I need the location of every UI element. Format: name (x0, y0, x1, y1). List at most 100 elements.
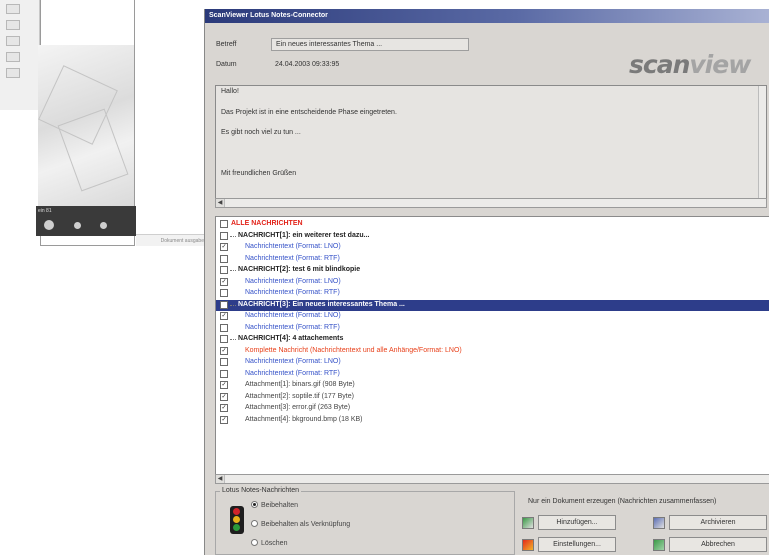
row-checkbox[interactable] (220, 323, 228, 332)
message-tree-label: ALLE NACHRICHTEN (231, 220, 303, 227)
start-icon[interactable] (44, 220, 54, 230)
settings-icon (522, 539, 534, 551)
row-checkbox[interactable] (220, 369, 228, 378)
row-checkbox[interactable]: ✓ (220, 404, 228, 412)
radio-keep[interactable]: Beibehalten (251, 501, 298, 509)
tree-connector (230, 235, 236, 237)
preview-taskbar: ein 81 (36, 206, 136, 236)
window-title: ScanViewer Lotus Notes-Connector (209, 12, 328, 19)
taskbar-label: ein 81 (38, 208, 52, 214)
radio-button[interactable] (251, 539, 258, 546)
message-tree-row[interactable]: ✓ Attachment[1]: binars.gif (908 Byte) (216, 380, 769, 391)
preview-image (38, 45, 134, 225)
message-tree-label: Nachrichtentext (Format: LNO) (245, 277, 341, 285)
message-tree-row[interactable]: ✓ Komplette Nachricht (Nachrichtentext un… (216, 346, 769, 357)
message-tree-row[interactable]: ✓ Nachrichtentext (Format: LNO) (216, 242, 769, 253)
body-vertical-scrollbar[interactable] (758, 86, 766, 206)
row-checkbox[interactable]: ✓ (220, 243, 228, 251)
row-checkbox[interactable]: ✓ (220, 392, 228, 401)
radio-button[interactable] (251, 520, 258, 527)
row-checkbox[interactable] (220, 300, 228, 309)
title-bar[interactable]: ScanViewer Lotus Notes-Connector (205, 9, 769, 23)
radio-keep-as-link[interactable]: Beibehalten als Verknüpfung (251, 520, 350, 528)
message-tree-row[interactable]: Nachrichtentext (Format: LNO) (216, 357, 769, 368)
row-checkbox[interactable] (220, 358, 228, 366)
message-tree-row[interactable]: Nachrichtentext (Format: RTF) (216, 254, 769, 265)
toolbar-button[interactable] (6, 4, 20, 14)
message-tree-row[interactable]: Nachrichtentext (Format: RTF) (216, 369, 769, 380)
body-line: Das Projekt ist in eine entscheidende Ph… (221, 109, 397, 116)
status-bar: Dokument ausgabe (136, 234, 206, 246)
tree-connector (230, 304, 236, 306)
archive-icon (653, 517, 665, 529)
message-tree-label: Nachrichtentext (Format: LNO) (245, 358, 341, 365)
body-line: Mit freundlichen Grüßen (221, 170, 297, 177)
row-checkbox[interactable]: ✓ (220, 346, 228, 355)
cancel-icon (653, 539, 665, 551)
message-tree-row[interactable]: NACHRICHT[2]: test 6 mit blindkopie (216, 265, 769, 276)
message-tree-label: NACHRICHT[2]: test 6 mit blindkopie (238, 266, 361, 273)
message-tree-row[interactable]: Nachrichtentext (Format: RTF) (216, 288, 769, 299)
connector-dialog: ScanViewer Lotus Notes-Connector Betreff… (204, 9, 769, 555)
message-tree-row[interactable]: ✓ Attachment[4]: bkground.bmp (18 KB) (216, 415, 769, 426)
message-tree-row[interactable]: NACHRICHT[1]: ein weiterer test dazu... (216, 231, 769, 242)
message-tree-row[interactable]: Nachrichtentext (Format: RTF) (216, 323, 769, 334)
message-tree-label: Attachment[1]: binars.gif (908 Byte) (245, 381, 355, 388)
message-tree[interactable]: ALLE NACHRICHTEN NACHRICHT[1]: ein weiter… (215, 216, 769, 481)
row-checkbox[interactable] (220, 231, 228, 240)
row-checkbox[interactable] (220, 254, 228, 263)
row-checkbox[interactable] (220, 266, 228, 274)
message-tree-label: Komplette Nachricht (Nachrichtentext und… (245, 346, 462, 354)
left-toolbar (0, 0, 40, 110)
cancel-button[interactable]: Abbrechen (669, 537, 767, 552)
taskbar-icon[interactable] (74, 222, 81, 229)
background-window: ein 81 Dokument ausgabe (0, 0, 206, 246)
message-tree-label: Nachrichtentext (Format: RTF) (245, 323, 340, 331)
add-icon (522, 517, 534, 529)
single-document-hint[interactable]: Nur ein Dokument erzeugen (Nachrichten z… (528, 498, 716, 505)
message-tree-row[interactable]: ✓ Nachrichtentext (Format: LNO) (216, 277, 769, 288)
row-checkbox[interactable]: ✓ (220, 312, 228, 320)
toolbar-button[interactable] (6, 52, 20, 62)
message-tree-row[interactable]: ✓ Attachment[2]: soptile.tif (177 Byte) (216, 392, 769, 403)
message-tree-row[interactable]: NACHRICHT[3]: Ein neues interessantes Th… (216, 299, 769, 311)
body-horizontal-scrollbar[interactable]: ◀ (215, 198, 767, 208)
message-tree-row[interactable]: NACHRICHT[4]: 4 attachements (216, 334, 769, 345)
taskbar-icon[interactable] (100, 222, 107, 229)
scroll-left-icon[interactable]: ◀ (216, 199, 225, 207)
tree-horizontal-scrollbar[interactable]: ◀ (215, 474, 769, 484)
message-tree-label: Nachrichtentext (Format: RTF) (245, 289, 340, 296)
message-tree-label: NACHRICHT[3]: Ein neues interessantes Th… (238, 300, 405, 308)
row-checkbox[interactable] (220, 289, 228, 297)
body-line: Hallo! (221, 88, 239, 95)
message-tree-label: Attachment[4]: bkground.bmp (18 KB) (245, 415, 363, 423)
message-body[interactable]: Hallo! Das Projekt ist in eine entscheid… (215, 85, 767, 207)
tree-connector (230, 270, 236, 271)
radio-delete[interactable]: Löschen (251, 539, 287, 547)
row-checkbox[interactable]: ✓ (220, 277, 228, 286)
message-tree-row[interactable]: ✓ Attachment[3]: error.gif (263 Byte) (216, 403, 769, 414)
message-tree-label: Nachrichtentext (Format: LNO) (245, 243, 341, 250)
archive-button[interactable]: Archivieren (669, 515, 767, 530)
message-tree-row[interactable]: ✓ Nachrichtentext (Format: LNO) (216, 311, 769, 322)
radio-button[interactable] (251, 501, 258, 508)
add-button[interactable]: Hinzufügen... (538, 515, 616, 530)
message-tree-row[interactable]: ALLE NACHRICHTEN (216, 219, 769, 230)
toolbar-button[interactable] (6, 68, 20, 78)
row-checkbox[interactable] (220, 220, 228, 228)
row-checkbox[interactable]: ✓ (220, 381, 228, 389)
message-tree-label: Nachrichtentext (Format: RTF) (245, 369, 340, 377)
subject-label: Betreff (216, 41, 237, 48)
subject-field[interactable]: Ein neues interessantes Thema ... (271, 38, 469, 51)
group-title: Lotus Notes-Nachrichten (220, 487, 302, 494)
row-checkbox[interactable] (220, 335, 228, 343)
body-line: Es gibt noch viel zu tun ... (221, 129, 301, 136)
tree-connector (230, 339, 236, 340)
toolbar-button[interactable] (6, 20, 20, 30)
toolbar-button[interactable] (6, 36, 20, 46)
settings-button[interactable]: Einstellungen... (538, 537, 616, 552)
scroll-left-icon[interactable]: ◀ (216, 475, 225, 483)
row-checkbox[interactable]: ✓ (220, 415, 228, 424)
message-tree-label: Nachrichtentext (Format: RTF) (245, 254, 340, 262)
traffic-light-icon (230, 506, 244, 534)
